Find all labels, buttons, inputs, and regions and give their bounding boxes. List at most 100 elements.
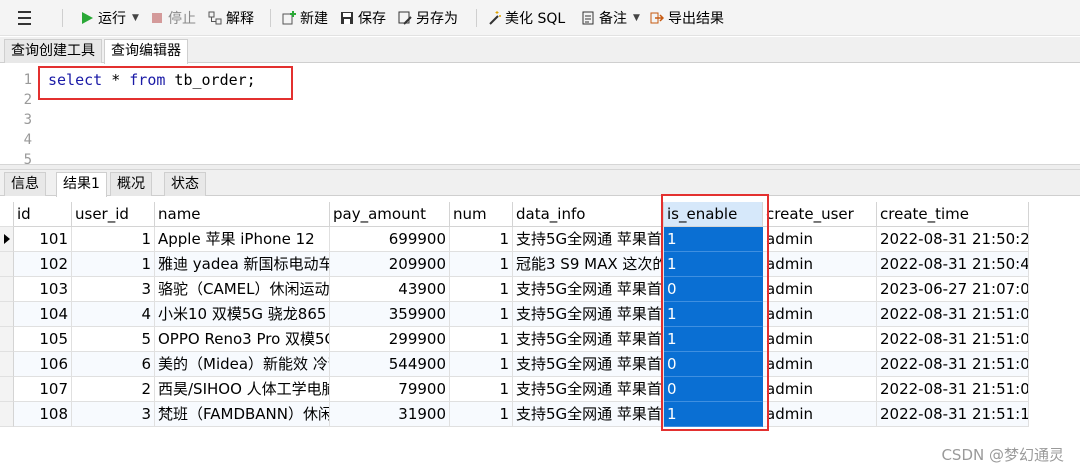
cell-create-time[interactable]: 2022-08-31 21:51:06 (877, 352, 1029, 377)
cell-create-user[interactable]: admin (763, 402, 877, 427)
cell-data-info[interactable]: 支持5G全网通 苹果首 (513, 352, 664, 377)
cell-data-info[interactable]: 支持5G全网通 苹果首 (513, 227, 664, 252)
tab-status[interactable]: 状态 (164, 172, 206, 196)
cell-name[interactable]: Apple 苹果 iPhone 12 (155, 227, 330, 252)
tab-query-builder[interactable]: 查询创建工具 (4, 39, 102, 63)
row-indicator[interactable] (0, 352, 14, 377)
cell-user-id[interactable]: 1 (72, 252, 155, 277)
note-button[interactable]: 备注 ▼ (581, 7, 640, 29)
run-button[interactable]: 运行 ▼ (80, 7, 139, 29)
cell-create-time[interactable]: 2022-08-31 21:51:04 (877, 302, 1029, 327)
cell-id[interactable]: 103 (14, 277, 72, 302)
cell-pay-amount[interactable]: 699900 (330, 227, 450, 252)
cell-num[interactable]: 1 (450, 227, 513, 252)
cell-num[interactable]: 1 (450, 377, 513, 402)
row-indicator[interactable] (0, 227, 14, 252)
cell-create-time[interactable]: 2022-08-31 21:51:10 (877, 402, 1029, 427)
row-indicator[interactable] (0, 327, 14, 352)
cell-pay-amount[interactable]: 209900 (330, 252, 450, 277)
cell-num[interactable]: 1 (450, 402, 513, 427)
cell-create-time[interactable]: 2023-06-27 21:07:00 (877, 277, 1029, 302)
cell-pay-amount[interactable]: 544900 (330, 352, 450, 377)
column-header-pay-amount[interactable]: pay_amount (330, 202, 450, 227)
cell-id[interactable]: 105 (14, 327, 72, 352)
cell-num[interactable]: 1 (450, 277, 513, 302)
save-as-button[interactable]: 另存为 (398, 7, 458, 29)
cell-create-user[interactable]: admin (763, 352, 877, 377)
cell-num[interactable]: 1 (450, 252, 513, 277)
cell-create-user[interactable]: admin (763, 277, 877, 302)
cell-create-time[interactable]: 2022-08-31 21:51:05 (877, 327, 1029, 352)
cell-id[interactable]: 101 (14, 227, 72, 252)
tab-profile[interactable]: 概况 (110, 172, 152, 196)
cell-pay-amount[interactable]: 43900 (330, 277, 450, 302)
cell-pay-amount[interactable]: 359900 (330, 302, 450, 327)
cell-pay-amount[interactable]: 31900 (330, 402, 450, 427)
new-button[interactable]: 新建 (282, 7, 328, 29)
cell-data-info[interactable]: 支持5G全网通 苹果首 (513, 302, 664, 327)
save-button[interactable]: 保存 (340, 7, 386, 29)
row-indicator[interactable] (0, 277, 14, 302)
cell-user-id[interactable]: 6 (72, 352, 155, 377)
cell-create-user[interactable]: admin (763, 377, 877, 402)
cell-user-id[interactable]: 5 (72, 327, 155, 352)
row-indicator[interactable] (0, 377, 14, 402)
cell-pay-amount[interactable]: 299900 (330, 327, 450, 352)
cell-data-info[interactable]: 支持5G全网通 苹果首 (513, 277, 664, 302)
cell-num[interactable]: 1 (450, 327, 513, 352)
row-indicator[interactable] (0, 302, 14, 327)
menu-icon[interactable] (10, 8, 38, 28)
chevron-down-icon[interactable]: ▼ (633, 13, 640, 23)
cell-data-info[interactable]: 支持5G全网通 苹果首 (513, 377, 664, 402)
cell-name[interactable]: OPPO Reno3 Pro 双模5G (155, 327, 330, 352)
cell-create-user[interactable]: admin (763, 252, 877, 277)
cell-create-user[interactable]: admin (763, 302, 877, 327)
column-header-data-info[interactable]: data_info (513, 202, 664, 227)
cell-data-info[interactable]: 支持5G全网通 苹果首 (513, 402, 664, 427)
cell-id[interactable]: 104 (14, 302, 72, 327)
tab-info[interactable]: 信息 (4, 172, 46, 196)
cell-user-id[interactable]: 3 (72, 277, 155, 302)
row-indicator[interactable] (0, 402, 14, 427)
column-header-create-user[interactable]: create_user (763, 202, 877, 227)
cell-name[interactable]: 梵班（FAMDBANN）休闲 (155, 402, 330, 427)
result-tab-bar: 信息 结果1 概况 状态 (0, 170, 1080, 197)
column-header-name[interactable]: name (155, 202, 330, 227)
column-header-user-id[interactable]: user_id (72, 202, 155, 227)
cell-create-time[interactable]: 2022-08-31 21:51:08 (877, 377, 1029, 402)
cell-user-id[interactable]: 4 (72, 302, 155, 327)
cell-name[interactable]: 小米10 双模5G 骁龙865 (155, 302, 330, 327)
cell-name[interactable]: 美的（Midea）新能效 冷静 (155, 352, 330, 377)
stop-button[interactable]: 停止 (150, 7, 196, 29)
tab-query-editor[interactable]: 查询编辑器 (104, 39, 188, 64)
explain-button[interactable]: 解释 (208, 7, 254, 29)
cell-id[interactable]: 108 (14, 402, 72, 427)
cell-create-time[interactable]: 2022-08-31 21:50:21 (877, 227, 1029, 252)
cell-user-id[interactable]: 2 (72, 377, 155, 402)
chevron-down-icon[interactable]: ▼ (132, 13, 139, 23)
cell-id[interactable]: 107 (14, 377, 72, 402)
cell-name[interactable]: 西昊/SIHOO 人体工学电脑 (155, 377, 330, 402)
column-header-create-time[interactable]: create_time (877, 202, 1029, 227)
cell-name[interactable]: 骆驼（CAMEL）休闲运动 (155, 277, 330, 302)
tab-result1[interactable]: 结果1 (56, 172, 107, 197)
export-results-button[interactable]: 导出结果 (650, 7, 724, 29)
cell-num[interactable]: 1 (450, 352, 513, 377)
cell-user-id[interactable]: 3 (72, 402, 155, 427)
cell-create-time[interactable]: 2022-08-31 21:50:49 (877, 252, 1029, 277)
column-header-id[interactable]: id (14, 202, 72, 227)
column-header-num[interactable]: num (450, 202, 513, 227)
cell-create-user[interactable]: admin (763, 327, 877, 352)
beautify-sql-button[interactable]: 美化 SQL (487, 7, 565, 29)
cell-data-info[interactable]: 支持5G全网通 苹果首 (513, 327, 664, 352)
row-indicator[interactable] (0, 252, 14, 277)
cell-data-info[interactable]: 冠能3 S9 MAX 这次的 (513, 252, 664, 277)
cell-name[interactable]: 雅迪 yadea 新国标电动车 (155, 252, 330, 277)
cell-num[interactable]: 1 (450, 302, 513, 327)
cell-id[interactable]: 106 (14, 352, 72, 377)
cell-pay-amount[interactable]: 79900 (330, 377, 450, 402)
save-as-icon (398, 11, 412, 25)
cell-create-user[interactable]: admin (763, 227, 877, 252)
cell-user-id[interactable]: 1 (72, 227, 155, 252)
cell-id[interactable]: 102 (14, 252, 72, 277)
